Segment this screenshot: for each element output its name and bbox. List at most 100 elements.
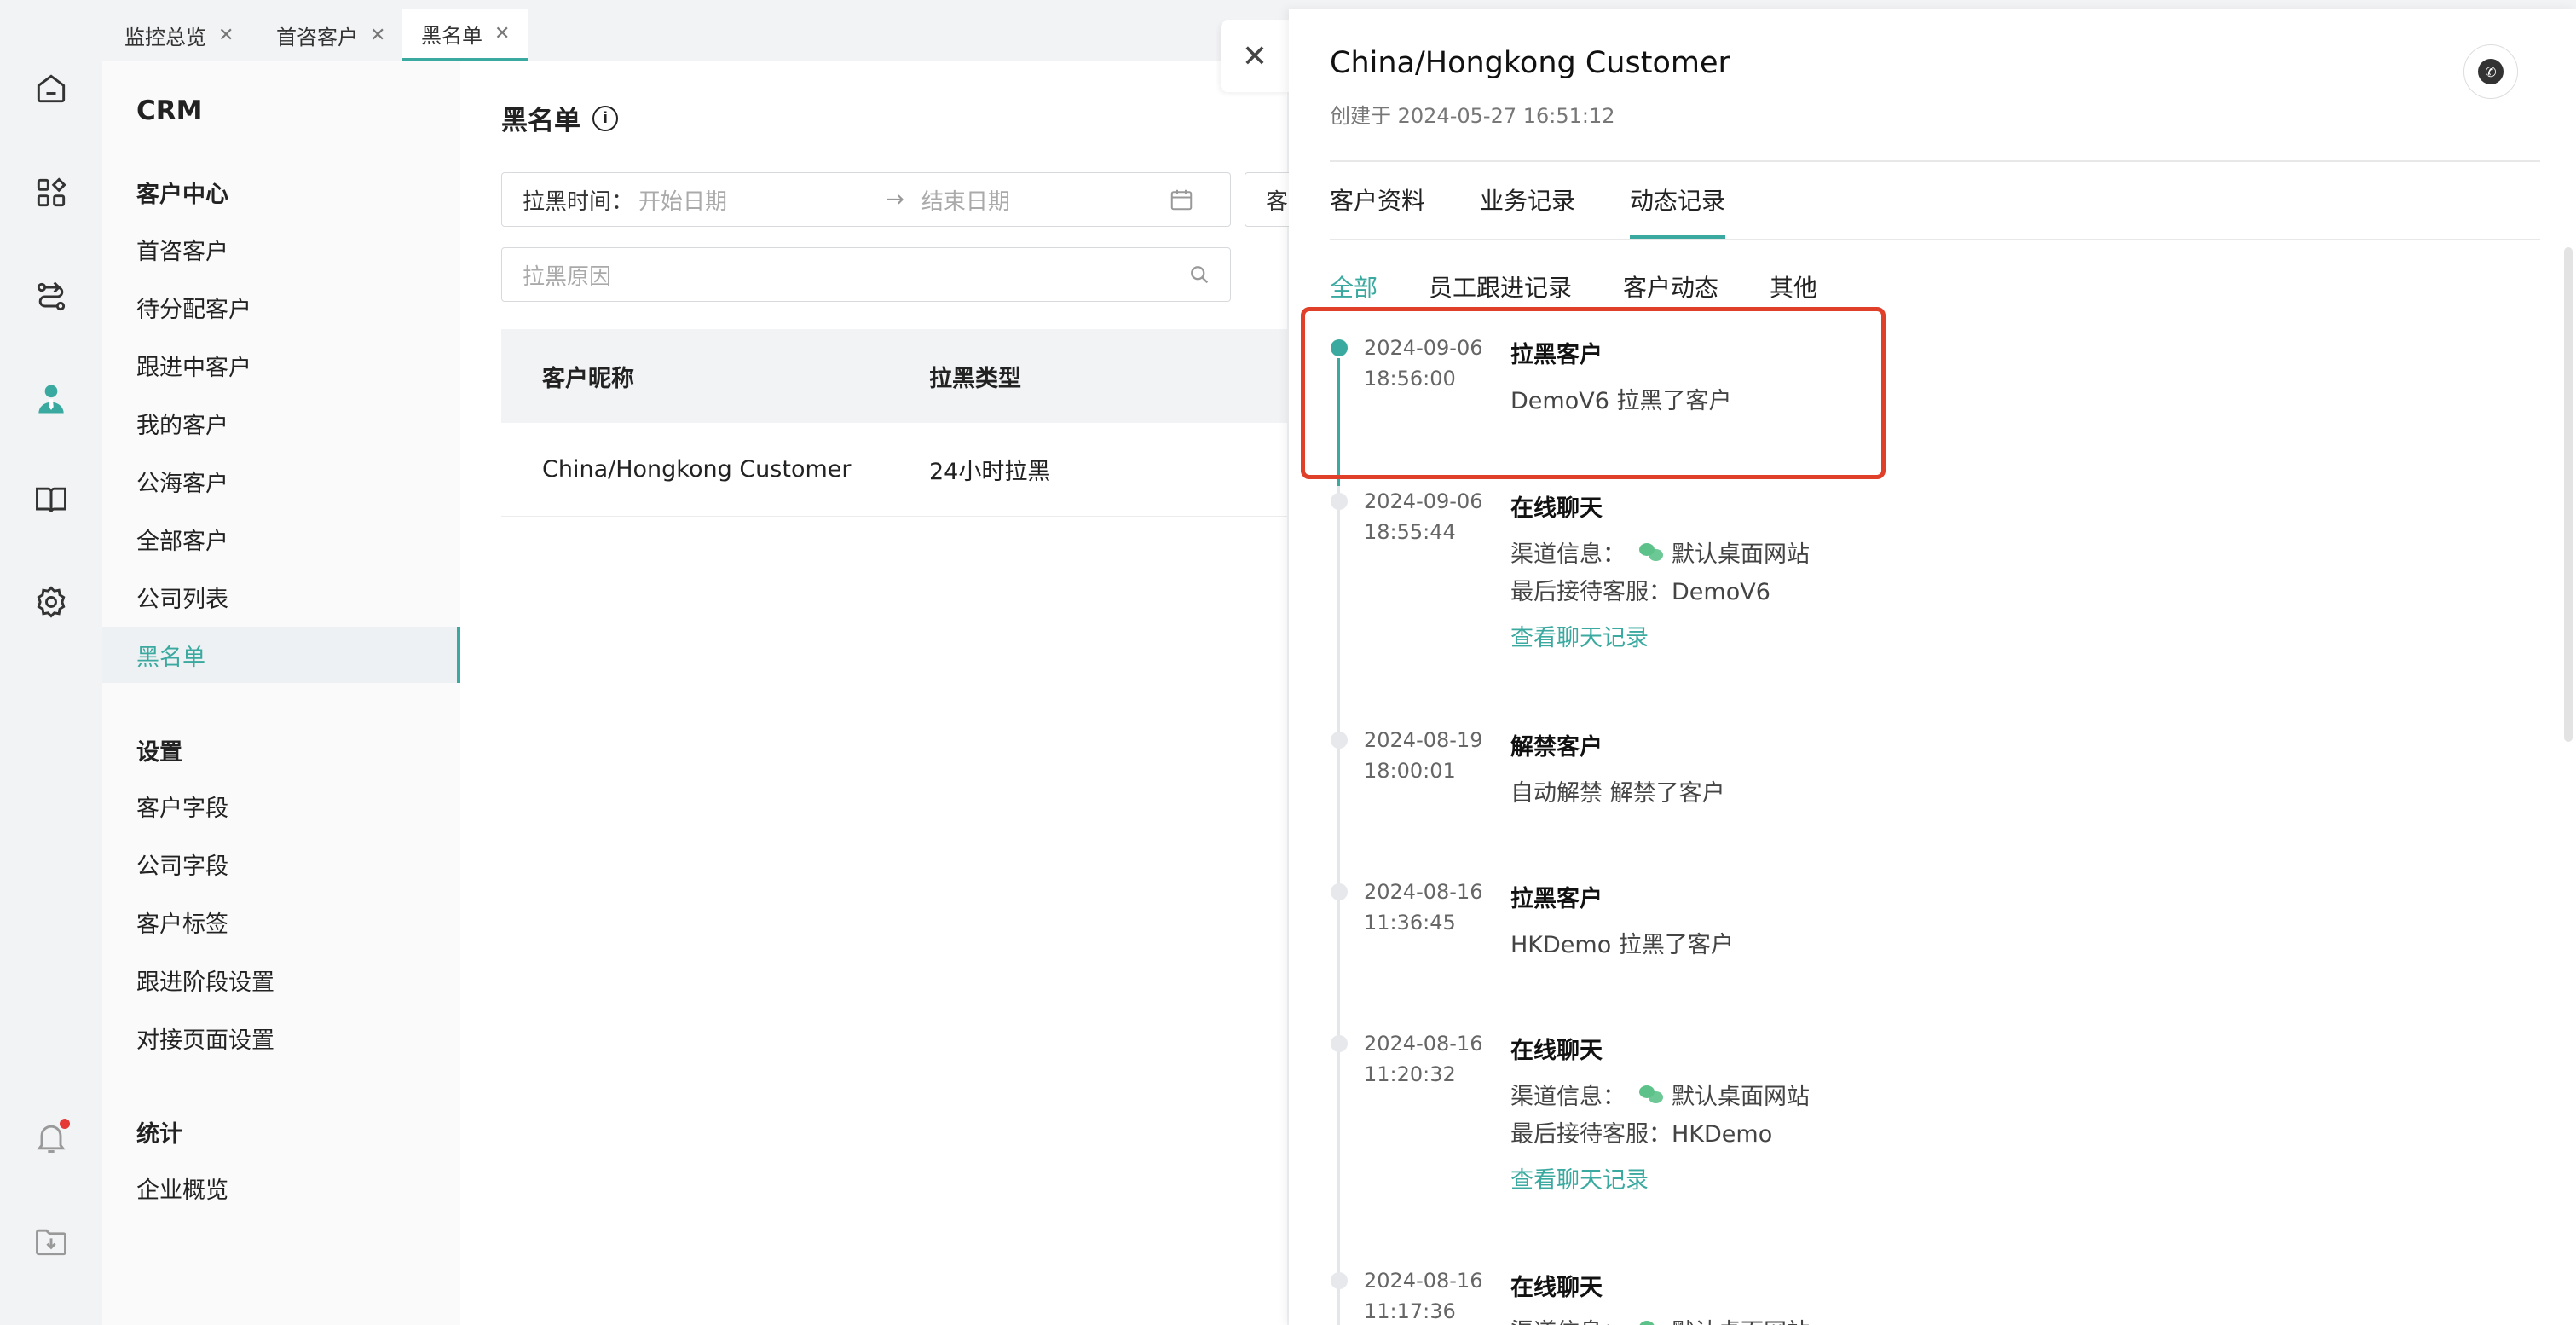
- wechat-icon: [1639, 542, 1663, 562]
- event-title: 在线聊天: [1510, 495, 1603, 522]
- whatsapp-icon[interactable]: ✆: [2463, 44, 2518, 99]
- timeline-dot: [1331, 1272, 1348, 1289]
- sidebar-item-stage-settings[interactable]: 跟进阶段设置: [102, 952, 460, 1008]
- sidebar-app-title: CRM: [136, 95, 203, 126]
- sidebar-item-enterprise-overview[interactable]: 企业概览: [102, 1160, 460, 1216]
- cell-block-type: 24小时拉黑: [929, 459, 1051, 485]
- tab-label: 黑名单: [421, 23, 482, 48]
- event-channel-line: 渠道信息： 默认桌面网站: [1510, 1078, 1810, 1111]
- event-date: 2024-09-06: [1364, 489, 1483, 513]
- arrow-right-icon: →: [886, 187, 904, 212]
- event-timestamp: 2024-08-16 11:20:32: [1364, 1028, 1517, 1090]
- customer-filter-field[interactable]: 客: [1245, 172, 1296, 227]
- event-date: 2024-08-16: [1364, 880, 1483, 904]
- sidebar-group-customer-center: 客户中心: [136, 182, 228, 208]
- filter-customer-activity[interactable]: 客户动态: [1623, 269, 1718, 304]
- sidebar-item-public-pool[interactable]: 公海客户: [102, 453, 460, 509]
- event-timestamp: 2024-08-19 18:00:01: [1364, 725, 1517, 786]
- wechat-icon: [1639, 1320, 1663, 1325]
- search-icon[interactable]: [1187, 263, 1211, 286]
- sidebar-item-company-list[interactable]: 公司列表: [102, 569, 460, 625]
- home-icon[interactable]: [31, 68, 72, 109]
- start-date-input[interactable]: 开始日期: [638, 184, 886, 216]
- calendar-icon: [1170, 189, 1193, 211]
- sidebar-group-statistics: 统计: [136, 1121, 182, 1148]
- sidebar-item-customer-fields[interactable]: 客户字段: [102, 778, 460, 834]
- blacklist-time-range-picker[interactable]: 拉黑时间： 开始日期 → 结束日期: [501, 172, 1231, 227]
- event-description: 自动解禁 解禁了客户: [1510, 780, 1725, 807]
- event-title: 拉黑客户: [1510, 886, 1603, 912]
- channel-label: 渠道信息：: [1510, 1313, 1626, 1325]
- channel-value: 默认桌面网站: [1672, 1084, 1810, 1110]
- event-title: 在线聊天: [1510, 1275, 1603, 1301]
- close-icon[interactable]: ✕: [218, 25, 234, 46]
- sidebar-item-blacklist[interactable]: 黑名单: [102, 627, 460, 683]
- table-row[interactable]: China/Hongkong Customer 24小时拉黑: [501, 423, 1287, 517]
- left-icon-rail: [0, 0, 102, 1325]
- tab-customer-profile[interactable]: 客户资料: [1330, 182, 1425, 217]
- sidebar-item-all-customers[interactable]: 全部客户: [102, 511, 460, 567]
- tab-first-consult[interactable]: 首咨客户 ✕: [257, 9, 404, 61]
- blacklist-reason-search[interactable]: 拉黑原因: [501, 247, 1231, 302]
- route-icon[interactable]: [31, 276, 72, 317]
- end-date-input[interactable]: 结束日期: [921, 184, 1169, 216]
- channel-value: 默认桌面网站: [1672, 1313, 1810, 1325]
- view-chat-record-link[interactable]: 查看聊天记录: [1510, 1161, 1649, 1195]
- sidebar-item-customer-tags[interactable]: 客户标签: [102, 894, 460, 950]
- view-chat-record-link[interactable]: 查看聊天记录: [1510, 619, 1649, 652]
- filter-all[interactable]: 全部: [1330, 269, 1378, 304]
- settings-gear-icon[interactable]: [31, 581, 72, 622]
- tab-blacklist[interactable]: 黑名单 ✕: [402, 9, 529, 61]
- wechat-icon: [1639, 1085, 1663, 1104]
- close-icon: ✕: [1241, 38, 1268, 74]
- apps-icon[interactable]: [31, 172, 72, 213]
- event-time: 11:20:32: [1364, 1062, 1456, 1086]
- table-header: 客户昵称 拉黑类型: [501, 329, 1287, 423]
- event-description: HKDemo 拉黑了客户: [1510, 932, 1734, 958]
- sidebar-item-following[interactable]: 跟进中客户: [102, 337, 460, 393]
- tab-activity-records[interactable]: 动态记录: [1630, 182, 1725, 217]
- channel-label: 渠道信息：: [1510, 1084, 1626, 1110]
- sidebar-group-settings: 设置: [136, 739, 182, 766]
- drawer-close-button[interactable]: ✕: [1221, 20, 1289, 92]
- book-icon[interactable]: [31, 479, 72, 520]
- close-icon[interactable]: ✕: [370, 25, 385, 46]
- info-icon[interactable]: i: [592, 105, 618, 131]
- event-timestamp: 2024-08-16 11:36:45: [1364, 877, 1517, 938]
- sidebar-item-page-settings[interactable]: 对接页面设置: [102, 1010, 460, 1066]
- drawer-scrollbar[interactable]: [2564, 247, 2573, 742]
- download-folder-icon[interactable]: [31, 1221, 72, 1262]
- event-timestamp: 2024-09-06 18:55:44: [1364, 486, 1517, 547]
- customer-name-heading: China/Hongkong Customer: [1330, 46, 1730, 80]
- reason-search-input[interactable]: 拉黑原因: [523, 259, 1187, 291]
- blacklist-panel: 黑名单 i 拉黑时间： 开始日期 → 结束日期 客 拉黑原因 客户昵称 拉黑类型…: [460, 61, 1296, 1325]
- close-icon[interactable]: ✕: [494, 23, 510, 44]
- sidebar-item-pending-assign[interactable]: 待分配客户: [102, 279, 460, 335]
- page-title: 黑名单 i: [501, 99, 618, 137]
- page-title-text: 黑名单: [501, 106, 580, 136]
- event-time: 18:00:01: [1364, 759, 1456, 783]
- event-channel-line: 渠道信息： 默认桌面网站: [1510, 1313, 1810, 1325]
- event-time: 11:17:36: [1364, 1299, 1456, 1323]
- customer-icon[interactable]: [31, 379, 72, 419]
- sidebar-item-first-consult[interactable]: 首咨客户: [102, 221, 460, 277]
- event-title: 在线聊天: [1510, 1038, 1603, 1064]
- event-agent-line: 最后接待客服：HKDemo: [1510, 1121, 1773, 1148]
- customer-detail-drawer: China/Hongkong Customer 创建于 2024-05-27 1…: [1289, 9, 2576, 1325]
- tab-business-records[interactable]: 业务记录: [1480, 182, 1575, 217]
- time-range-label: 拉黑时间：: [523, 188, 634, 215]
- tab-label: 监控总览: [124, 25, 206, 49]
- timeline-dot: [1331, 732, 1348, 749]
- highlight-box: [1301, 307, 1886, 479]
- event-timestamp: 2024-08-16 11:17:36: [1364, 1265, 1517, 1325]
- tab-monitor-overview[interactable]: 监控总览 ✕: [106, 9, 252, 61]
- sidebar-item-my-customers[interactable]: 我的客户: [102, 395, 460, 451]
- divider: [1330, 160, 2540, 162]
- filter-other[interactable]: 其他: [1770, 269, 1817, 304]
- notification-bell-icon[interactable]: [31, 1117, 72, 1158]
- notification-dot: [60, 1119, 70, 1129]
- filter-staff-followup[interactable]: 员工跟进记录: [1429, 269, 1572, 304]
- sidebar-item-company-fields[interactable]: 公司字段: [102, 836, 460, 892]
- crm-sidebar: CRM 客户中心 首咨客户 待分配客户 跟进中客户 我的客户 公海客户 全部客户…: [102, 61, 460, 1325]
- event-title: 解禁客户: [1510, 734, 1603, 761]
